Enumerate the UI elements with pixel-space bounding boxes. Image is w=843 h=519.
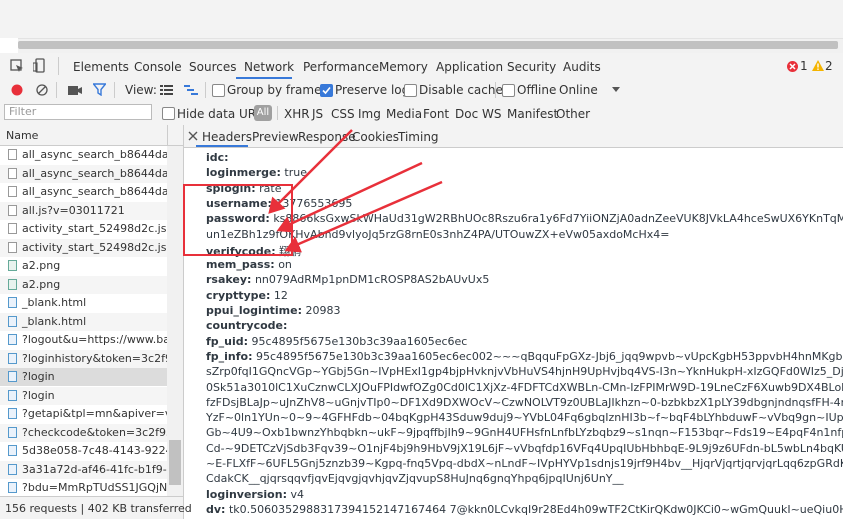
annotation-arrowhead — [284, 236, 302, 253]
annotation-arrows — [268, 129, 443, 253]
annotation-arrow — [285, 161, 423, 228]
annotation-arrow — [293, 180, 443, 248]
annotation-arrow — [275, 129, 353, 207]
annotation-arrowhead — [276, 216, 294, 233]
